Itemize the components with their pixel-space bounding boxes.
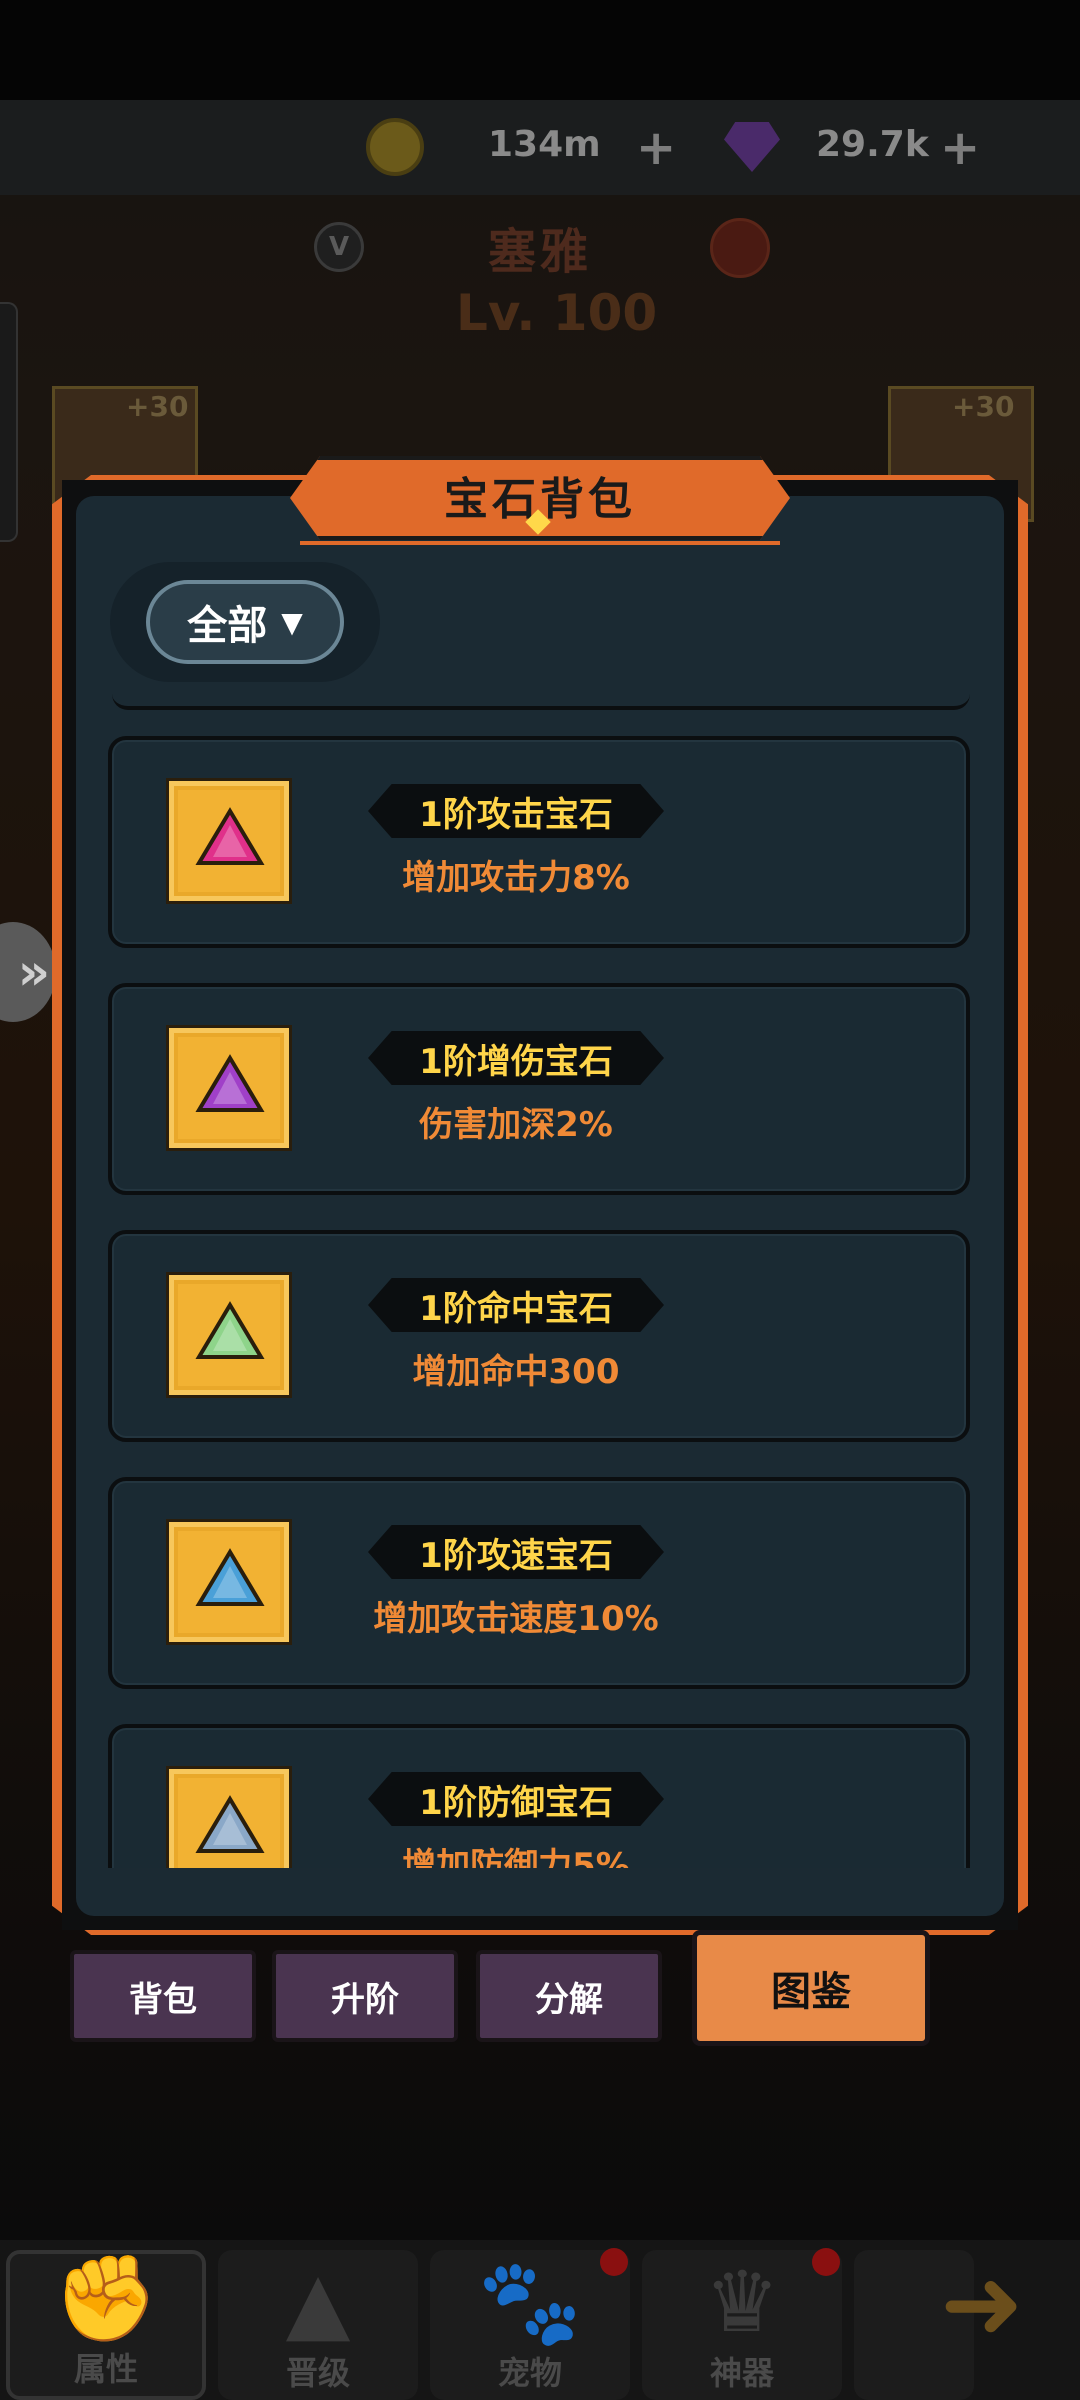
tab-decompose-label: 分解 bbox=[535, 1979, 603, 2020]
gem-name: 1阶攻击宝石 bbox=[419, 794, 613, 835]
gold-coin-icon bbox=[366, 118, 424, 176]
gem-card[interactable]: 1阶攻速宝石 增加攻击速度10% bbox=[108, 1477, 970, 1689]
paw-icon: 🐾 bbox=[477, 2253, 583, 2351]
gem-list[interactable]: 1阶攻击宝石 增加攻击力8% 1阶增伤宝石 伤害加深2% 1阶命中宝石 增加命中… bbox=[104, 700, 974, 1868]
gem-slot[interactable] bbox=[166, 1025, 292, 1151]
gem-slot[interactable] bbox=[166, 1766, 292, 1868]
gem-name-band: 1阶增伤宝石 bbox=[368, 1031, 664, 1085]
gem-card[interactable]: 1阶攻击宝石 增加攻击力8% bbox=[108, 736, 970, 948]
tab-upgrade[interactable]: 升阶 bbox=[272, 1950, 458, 2042]
gem-name: 1阶增伤宝石 bbox=[419, 1041, 613, 1082]
gem-card[interactable]: 1阶增伤宝石 伤害加深2% bbox=[108, 983, 970, 1195]
gem-description: 增加命中300 bbox=[412, 1352, 620, 1392]
nav-level-up[interactable]: ▲ 晋级 bbox=[218, 2250, 418, 2400]
nav-level-up-label: 晋级 bbox=[285, 2354, 350, 2392]
equipment-left-bonus: +30 bbox=[126, 390, 189, 423]
artifacts-notification-dot bbox=[812, 2248, 840, 2276]
gold-amount: 134m bbox=[488, 124, 601, 165]
nav-attributes-label: 属性 bbox=[73, 2350, 138, 2388]
gem-card[interactable]: 1阶命中宝石 增加命中300 bbox=[108, 1230, 970, 1442]
character-level: Lv. 100 bbox=[456, 284, 658, 342]
wings-rank-icon: ▲ bbox=[285, 2253, 351, 2351]
crown-icon: ♛ bbox=[704, 2253, 780, 2351]
damage-boost-gem-icon bbox=[195, 1054, 265, 1112]
gem-name-band: 1阶攻击宝石 bbox=[368, 784, 664, 838]
left-edge-panel bbox=[0, 302, 18, 542]
filter-selected-label: 全部 bbox=[187, 603, 268, 649]
gem-name: 1阶防御宝石 bbox=[419, 1782, 613, 1823]
character-name: 塞雅 bbox=[488, 224, 593, 280]
fist-icon: ✊ bbox=[53, 2249, 159, 2347]
equipment-right-bonus: +30 bbox=[952, 390, 1015, 423]
attack-gem-icon bbox=[195, 807, 265, 865]
gem-name-band: 1阶攻速宝石 bbox=[368, 1525, 664, 1579]
tab-atlas[interactable]: 图鉴 bbox=[692, 1930, 930, 2046]
gem-slot[interactable] bbox=[166, 778, 292, 904]
nav-pets-label: 宠物 bbox=[497, 2354, 562, 2392]
gem-description: 增加攻击速度10% bbox=[373, 1599, 659, 1639]
gem-slot[interactable] bbox=[166, 1272, 292, 1398]
tab-decompose[interactable]: 分解 bbox=[476, 1950, 662, 2042]
gem-description: 伤害加深2% bbox=[419, 1105, 613, 1145]
category-filter-dropdown[interactable]: 全部 ▼ bbox=[146, 580, 344, 664]
nav-attributes[interactable]: ✊ 属性 bbox=[6, 2250, 206, 2400]
add-gems-button[interactable]: + bbox=[940, 124, 980, 172]
gem-description: 增加攻击力8% bbox=[402, 858, 630, 898]
gem-name: 1阶命中宝石 bbox=[419, 1288, 613, 1329]
defense-gem-icon bbox=[195, 1795, 265, 1853]
vip-badge-label: V bbox=[328, 232, 350, 262]
tab-bag-label: 背包 bbox=[129, 1979, 197, 2020]
fire-element-icon bbox=[710, 218, 770, 278]
nav-artifacts[interactable]: ♛ 神器 bbox=[642, 2250, 842, 2400]
gem-card[interactable]: 1阶防御宝石 增加防御力5% bbox=[108, 1724, 970, 1868]
dropdown-arrow-icon: ▼ bbox=[281, 605, 303, 639]
add-gold-button[interactable]: + bbox=[636, 124, 676, 172]
gem-name-band: 1阶命中宝石 bbox=[368, 1278, 664, 1332]
nav-pets[interactable]: 🐾 宠物 bbox=[430, 2250, 630, 2400]
arrow-right-icon[interactable]: ➜ bbox=[940, 2245, 1070, 2375]
tab-bag[interactable]: 背包 bbox=[70, 1950, 256, 2042]
accuracy-gem-icon bbox=[195, 1301, 265, 1359]
pets-notification-dot bbox=[600, 2248, 628, 2276]
attack-speed-gem-icon bbox=[195, 1548, 265, 1606]
title-underline bbox=[300, 541, 780, 545]
gem-description: 增加防御力5% bbox=[402, 1846, 630, 1868]
vip-badge[interactable]: V bbox=[314, 222, 364, 272]
gem-amount: 29.7k bbox=[816, 124, 929, 165]
tab-atlas-label: 图鉴 bbox=[771, 1969, 851, 2015]
gem-name-band: 1阶防御宝石 bbox=[368, 1772, 664, 1826]
gem-slot[interactable] bbox=[166, 1519, 292, 1645]
tab-upgrade-label: 升阶 bbox=[331, 1979, 399, 2020]
gem-name: 1阶攻速宝石 bbox=[419, 1535, 613, 1576]
nav-artifacts-label: 神器 bbox=[709, 2354, 774, 2392]
